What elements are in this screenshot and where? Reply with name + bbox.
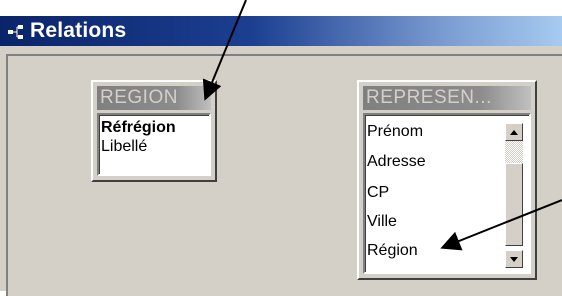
scroll-down-arrow-icon [510,257,518,262]
field-ville[interactable]: Ville [367,213,397,231]
scroll-down-button[interactable] [505,250,523,268]
table-representant[interactable]: REPRESEN... Prénom Adresse CP Ville Régi… [357,80,537,280]
relations-icon [8,25,23,39]
table-region[interactable]: REGION Réfrégion Libellé [91,80,217,182]
table-region-title[interactable]: REGION [97,86,211,110]
field-region[interactable]: Région [367,242,418,260]
table-representant-field-list[interactable]: Prénom Adresse CP Ville Région [363,113,531,274]
field-adresse[interactable]: Adresse [367,153,426,171]
canvas-frame: REGION Réfrégion Libellé REPRESEN... Pré… [6,54,562,296]
window-title: Relations [30,19,127,42]
relations-window: Relations REGION Réfrégion Libellé REPRE… [0,16,562,296]
scroll-up-button[interactable] [505,123,523,141]
vertical-scrollbar[interactable] [505,123,523,268]
title-bar[interactable]: Relations [0,16,562,46]
scroll-up-arrow-icon [510,130,518,135]
scrollbar-track[interactable] [505,141,523,163]
table-representant-title[interactable]: REPRESEN... [363,86,531,110]
field-refregion[interactable]: Réfrégion [101,119,176,137]
field-libelle[interactable]: Libellé [101,138,147,156]
scrollbar-thumb[interactable] [505,163,523,246]
relations-canvas[interactable]: REGION Réfrégion Libellé REPRESEN... Pré… [0,46,562,296]
table-region-field-list[interactable]: Réfrégion Libellé [97,113,211,176]
field-prenom[interactable]: Prénom [367,123,423,141]
field-cp[interactable]: CP [367,184,389,202]
